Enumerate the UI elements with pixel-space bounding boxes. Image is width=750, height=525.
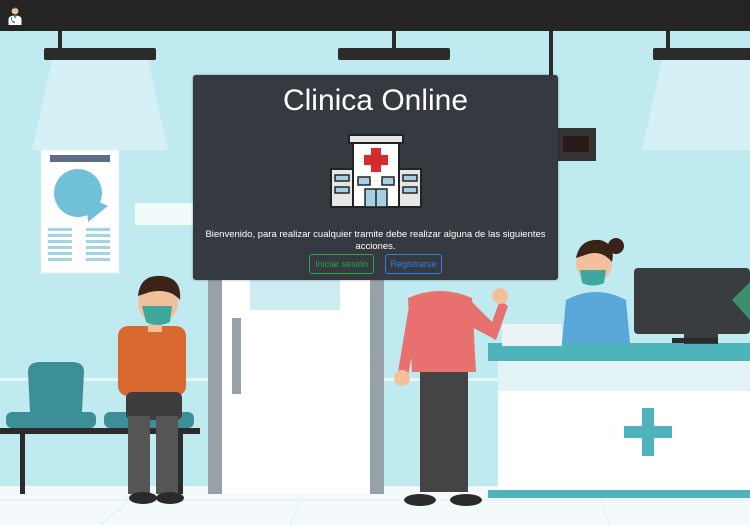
clinic-door xyxy=(208,270,384,494)
doctor-icon[interactable] xyxy=(6,6,24,26)
page-title: Clinica Online xyxy=(282,84,469,117)
register-button[interactable]: Registrarse xyxy=(385,254,442,274)
top-navbar xyxy=(0,0,750,31)
hospital-icon xyxy=(330,134,422,208)
login-button[interactable]: Iniciar sesión xyxy=(309,254,374,274)
reception-monitor xyxy=(634,268,750,344)
wall-poster xyxy=(40,149,120,274)
reception-desk xyxy=(488,324,750,498)
welcome-message: Bienvenido, para realizar cualquier tram… xyxy=(205,229,546,252)
welcome-card: Clinica Online Bienvenido, para realizar… xyxy=(193,75,558,280)
